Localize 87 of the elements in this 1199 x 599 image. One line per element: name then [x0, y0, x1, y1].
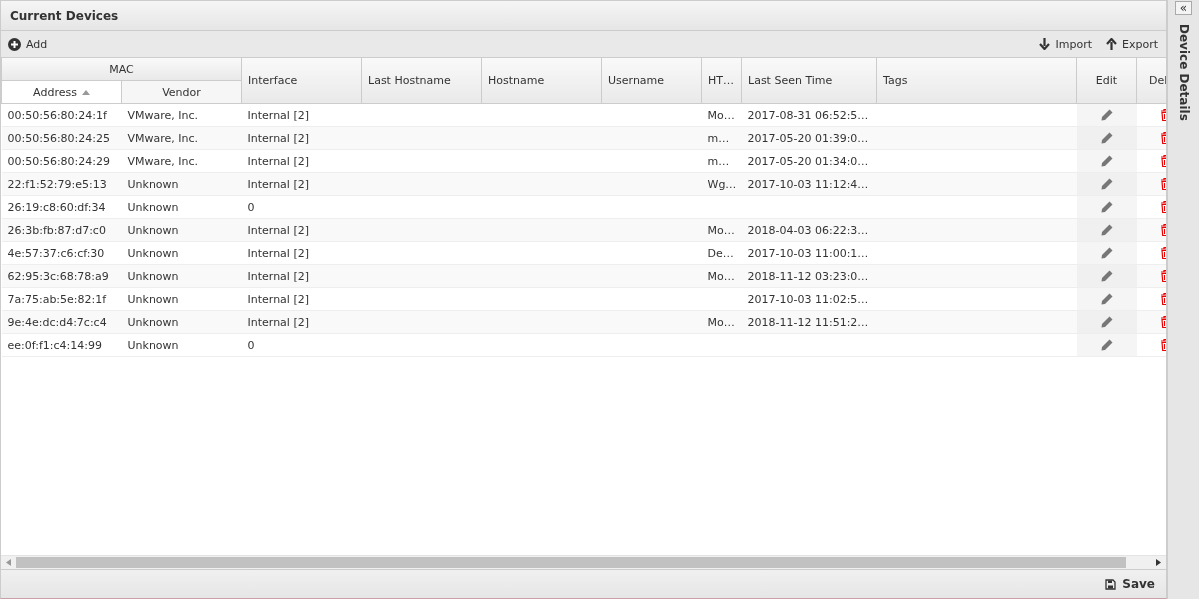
table-cell: Mo…: [707, 108, 735, 122]
table-cell: Unknown: [127, 315, 179, 329]
column-header[interactable]: Edit: [1076, 58, 1137, 104]
pencil-icon[interactable]: [1100, 155, 1113, 167]
table-cell: 26:19:c8:60:df:34: [7, 200, 106, 214]
save-button[interactable]: Save: [1103, 575, 1157, 593]
table-cell: Unknown: [127, 292, 179, 306]
table-cell: VMware, Inc.: [127, 108, 199, 122]
table-cell: 00:50:56:80:24:29: [7, 154, 110, 168]
column-header[interactable]: HT…: [701, 58, 742, 104]
table-cell: 4e:57:37:c6:cf:30: [7, 246, 105, 260]
table-cell: VMware, Inc.: [127, 131, 199, 145]
plus-circle-icon: [8, 37, 21, 51]
table-cell: 22:f1:52:79:e5:13: [7, 177, 107, 191]
table-cell: m…: [707, 131, 730, 145]
table-cell: Internal [2]: [247, 154, 309, 168]
table-cell: De…: [707, 246, 734, 260]
table-cell: 0: [247, 338, 255, 352]
scroll-right-icon[interactable]: [1156, 559, 1161, 566]
table-cell: Unknown: [127, 246, 179, 260]
table-cell: Internal [2]: [247, 315, 309, 329]
table-cell: Mo…: [707, 223, 735, 237]
pencil-icon[interactable]: [1100, 201, 1113, 213]
table-cell: 2018-11-12 11:51:2…: [747, 315, 869, 329]
table-cell: Unknown: [127, 177, 179, 191]
column-header[interactable]: Last Seen Time: [741, 58, 877, 104]
table-cell: 00:50:56:80:24:25: [7, 131, 110, 145]
table-cell: Mo…: [707, 269, 735, 283]
column-header[interactable]: Username: [601, 58, 702, 104]
pencil-icon[interactable]: [1100, 270, 1113, 282]
table-cell: 2017-10-03 11:00:1…: [747, 246, 869, 260]
table-cell: 2017-08-31 06:52:5…: [747, 108, 869, 122]
pencil-icon[interactable]: [1100, 132, 1113, 144]
table-cell: 26:3b:fb:87:d7:c0: [7, 223, 106, 237]
table-cell: Internal [2]: [247, 177, 309, 191]
table-cell: VMware, Inc.: [127, 154, 199, 168]
table-cell: Mo…: [707, 315, 735, 329]
table-cell: ee:0f:f1:c4:14:99: [7, 338, 102, 352]
pencil-icon[interactable]: [1100, 109, 1113, 121]
pencil-icon[interactable]: [1100, 293, 1113, 305]
sort-ascending-icon: [81, 90, 90, 95]
panel-title: Current Devices: [10, 8, 119, 23]
pencil-icon[interactable]: [1100, 178, 1113, 190]
expand-button[interactable]: «: [1175, 1, 1192, 15]
table-cell: Internal [2]: [247, 223, 309, 237]
column-header[interactable]: Del: [1136, 58, 1166, 104]
table-cell: 0: [247, 200, 255, 214]
table-cell: Internal [2]: [247, 269, 309, 283]
table-cell: Internal [2]: [247, 246, 309, 260]
table-cell: Unknown: [127, 269, 179, 283]
scroll-left-icon[interactable]: [6, 559, 11, 566]
horizontal-scrollbar[interactable]: [1, 555, 1166, 569]
side-panel-title[interactable]: Device Details: [1176, 24, 1191, 121]
column-header[interactable]: Tags: [876, 58, 1077, 104]
pencil-icon[interactable]: [1100, 247, 1113, 259]
column-header[interactable]: Last Hostname: [361, 58, 482, 104]
arrow-up-icon: [1106, 38, 1117, 50]
column-header[interactable]: Vendor: [121, 80, 242, 104]
table-cell: Wg…: [707, 177, 737, 191]
table-cell: Internal [2]: [247, 108, 309, 122]
column-header[interactable]: MAC: [1, 58, 242, 81]
arrow-down-icon: [1039, 38, 1051, 50]
table-cell: 2018-11-12 03:23:0…: [747, 269, 869, 283]
import-button[interactable]: Import: [1039, 37, 1092, 51]
pencil-icon[interactable]: [1100, 316, 1113, 328]
table-cell: Internal [2]: [247, 292, 309, 306]
table-cell: 2018-04-03 06:22:3…: [747, 223, 869, 237]
table-cell: 2017-05-20 01:34:0…: [747, 154, 869, 168]
column-header[interactable]: Interface: [241, 58, 362, 104]
table-cell: 2017-10-03 11:12:4…: [747, 177, 869, 191]
table-cell: 62:95:3c:68:78:a9: [7, 269, 109, 283]
table-cell: 2017-10-03 11:02:5…: [747, 292, 869, 306]
table-cell: Internal [2]: [247, 131, 309, 145]
table-cell: 7a:75:ab:5e:82:1f: [7, 292, 107, 306]
pencil-icon[interactable]: [1100, 339, 1113, 351]
table-cell: m…: [707, 154, 730, 168]
column-header[interactable]: Hostname: [481, 58, 602, 104]
pencil-icon[interactable]: [1100, 224, 1113, 236]
table-cell: 00:50:56:80:24:1f: [7, 108, 107, 122]
table-cell: 9e:4e:dc:d4:7c:c4: [7, 315, 107, 329]
table-cell: Unknown: [127, 338, 179, 352]
table-cell: 2017-05-20 01:39:0…: [747, 131, 869, 145]
table-cell: Unknown: [127, 200, 179, 214]
export-button[interactable]: Export: [1106, 37, 1158, 51]
table-cell: Unknown: [127, 223, 179, 237]
add-button[interactable]: Add: [8, 37, 48, 51]
column-header[interactable]: Address: [1, 80, 122, 104]
